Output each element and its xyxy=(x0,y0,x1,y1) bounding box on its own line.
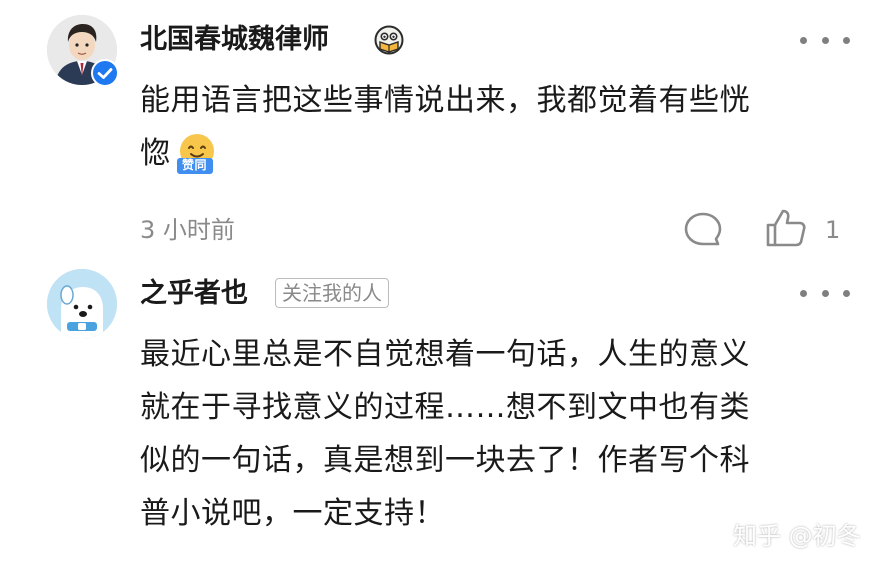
comment-text: 最近心里总是不自觉想着一句话，人生的意义 就在于寻找意义的过程……想不到文中也有… xyxy=(140,328,840,540)
watermark: 知乎 @初冬 xyxy=(733,522,861,550)
reading-owl-badge-icon xyxy=(374,25,404,55)
comment-text: 能用语言把这些事情说出来，我都觉着有些恍 惚 赞同 xyxy=(140,74,840,180)
thumbs-up-icon xyxy=(766,209,806,247)
comment-text-line: 就在于寻找意义的过程……想不到文中也有类 xyxy=(140,390,750,425)
reply-button[interactable] xyxy=(683,210,723,250)
agree-sticker-label: 赞同 xyxy=(181,157,207,172)
comment-time: 3 小时前 xyxy=(140,216,235,244)
comment-author[interactable]: 之乎者也 xyxy=(140,276,248,312)
more-options-button[interactable] xyxy=(800,30,850,50)
comment-text-line: 似的一句话，真是想到一块去了！作者写个科 xyxy=(140,443,750,478)
like-button[interactable] xyxy=(765,207,807,249)
agree-sticker-icon: 赞同 xyxy=(174,131,220,177)
comment-author[interactable]: 北国春城魏律师 xyxy=(140,22,329,58)
comment-text-line: 惚 赞同 xyxy=(140,127,840,180)
verified-check-icon xyxy=(91,59,119,87)
comment-text-line: 能用语言把这些事情说出来，我都觉着有些恍 xyxy=(140,83,750,118)
comment-text-line-end: 惚 xyxy=(140,136,171,171)
follower-tag: 关注我的人 xyxy=(275,278,389,308)
like-count: 1 xyxy=(825,216,841,244)
more-options-button[interactable] xyxy=(800,283,850,303)
dog-avatar-icon xyxy=(47,269,117,339)
comment-text-line: 最近心里总是不自觉想着一句话，人生的意义 xyxy=(140,337,750,372)
comment-bubble-icon xyxy=(684,212,722,246)
avatar[interactable] xyxy=(47,269,117,339)
